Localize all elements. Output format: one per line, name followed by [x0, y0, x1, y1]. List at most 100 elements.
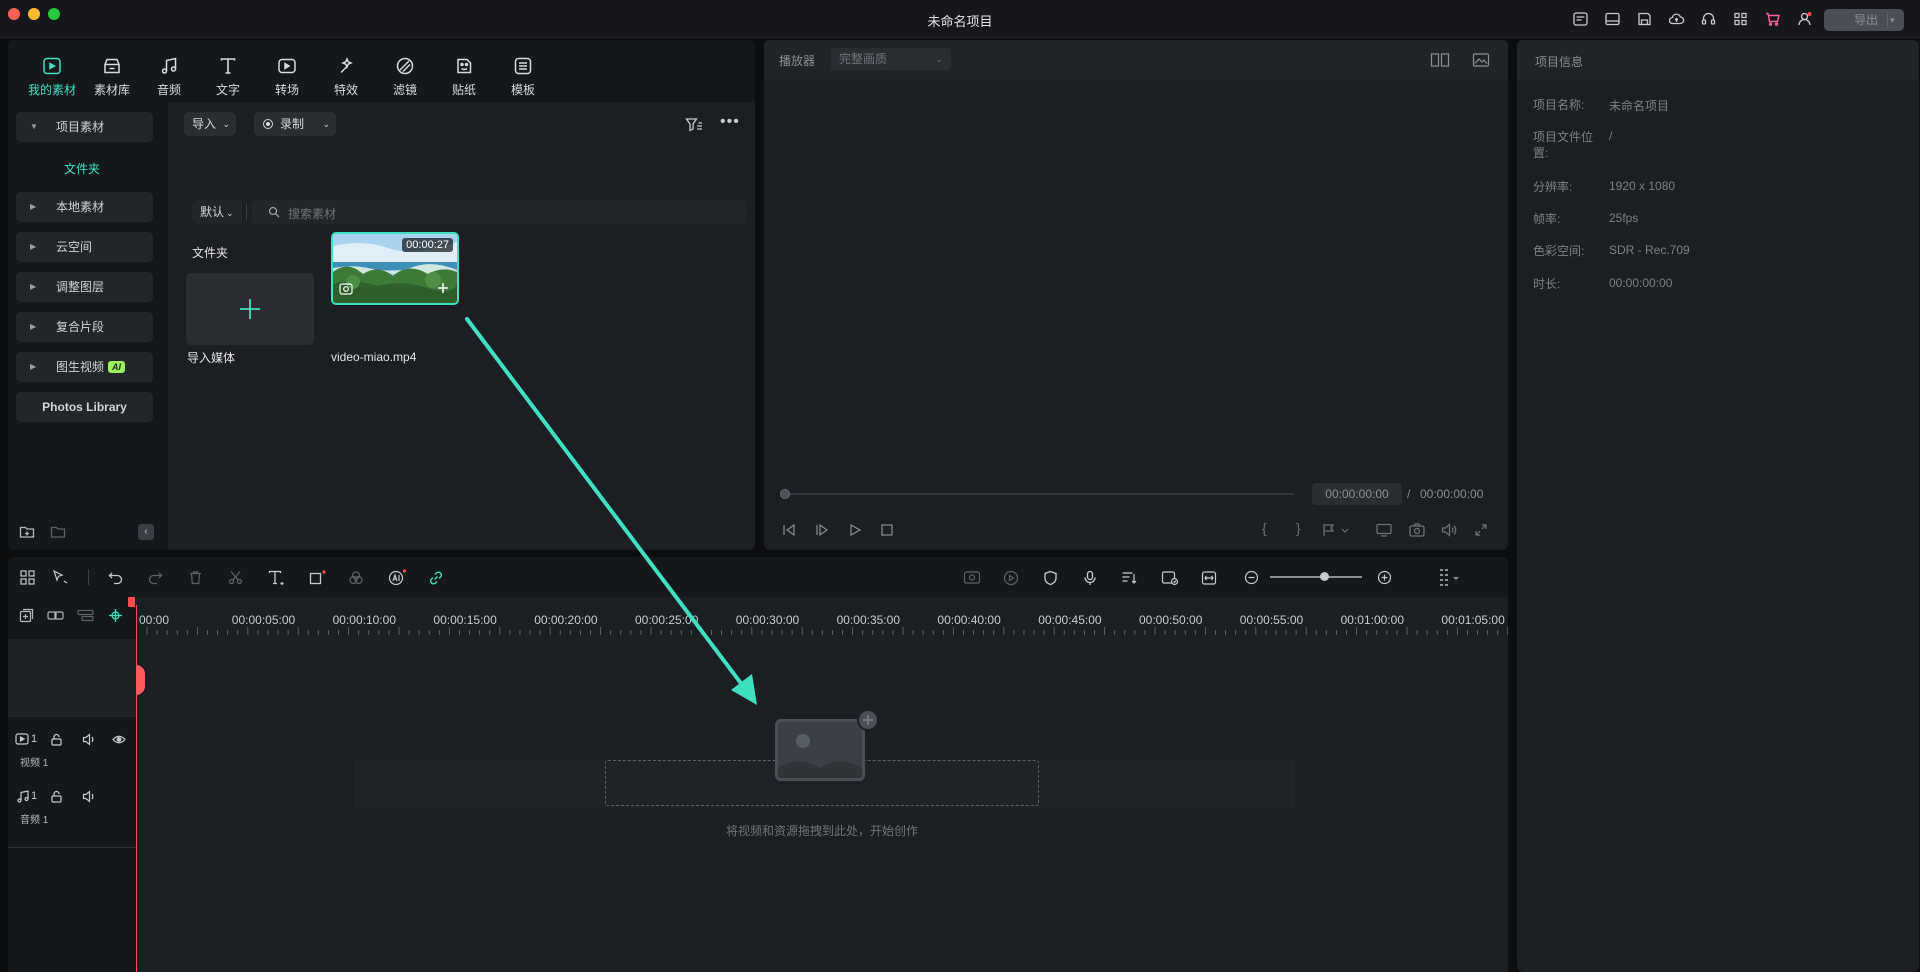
tab-filters[interactable]: 滤镜 [381, 56, 429, 98]
add-track-icon[interactable] [19, 608, 34, 623]
sidebar-item-cloud[interactable]: ▶ 云空间 [16, 232, 153, 262]
playhead-marker[interactable] [136, 665, 145, 695]
split-view-icon[interactable] [1430, 52, 1450, 68]
mute-audio-icon[interactable] [82, 733, 96, 746]
new-folder-icon[interactable] [19, 524, 35, 540]
mark-in-icon[interactable]: { [1262, 520, 1267, 536]
sort-dropdown[interactable]: 默认 ⌄ [192, 200, 242, 224]
tab-text[interactable]: 文字 [204, 56, 252, 98]
redo-icon[interactable] [148, 570, 163, 585]
mute-audio-icon[interactable] [82, 790, 96, 803]
crop-icon[interactable] [309, 570, 326, 586]
add-text-icon[interactable] [268, 570, 286, 586]
sidebar-item-adjustment-layer[interactable]: ▶ 调整图层 [16, 272, 153, 302]
lock-icon[interactable] [50, 790, 63, 803]
import-dropdown[interactable]: 导入 ⌄ [184, 112, 236, 136]
tab-audio[interactable]: 音频 [145, 56, 193, 98]
audio-icon [161, 57, 177, 74]
delete-icon[interactable] [188, 570, 203, 585]
next-frame-icon[interactable] [815, 523, 829, 537]
collapse-sidebar-button[interactable]: ‹ [138, 524, 154, 540]
zoom-in-icon[interactable] [1377, 570, 1392, 585]
fullscreen-icon[interactable] [1474, 523, 1488, 537]
current-time-field[interactable]: 00:00:00:00 [1312, 483, 1402, 505]
auto-reframe-icon[interactable] [963, 570, 981, 585]
stock-media-icon [104, 58, 120, 74]
sidebar-item-project-media[interactable]: ▼ 项目素材 [16, 112, 153, 142]
search-input[interactable]: 搜索素材 [252, 200, 746, 224]
support-headset-icon[interactable] [1700, 11, 1717, 27]
layout-grid-icon[interactable] [20, 570, 35, 585]
layout-icon[interactable] [1604, 11, 1621, 27]
speed-ramp-icon[interactable] [1003, 570, 1019, 586]
import-media-card[interactable] [186, 273, 314, 345]
project-settings-icon[interactable] [1572, 11, 1589, 27]
ruler-time-label: 00:00:30:00 [735, 613, 800, 627]
add-to-timeline-icon[interactable] [437, 282, 449, 294]
color-match-icon[interactable] [348, 570, 364, 586]
zoom-slider[interactable] [1270, 576, 1362, 578]
audio-track-name: 音频 1 [20, 815, 49, 826]
magnet-snap-icon[interactable] [107, 607, 124, 624]
tab-stock-media[interactable]: 素材库 [85, 56, 139, 98]
sidebar-item-local-media[interactable]: ▶ 本地素材 [16, 192, 153, 222]
ruler-time-label: 00:00:45:00 [1038, 613, 1102, 627]
zoom-out-icon[interactable] [1244, 570, 1259, 585]
apps-grid-icon[interactable] [1732, 11, 1749, 27]
video-thumbnail[interactable]: 00:00:27 [331, 232, 459, 305]
image-quality-icon[interactable] [1472, 52, 1490, 68]
ruler-time-label: 00:01:00:00 [1340, 613, 1404, 627]
sidebar-item-image-to-video[interactable]: ▶ 图生视频 AI [16, 352, 153, 382]
undo-icon[interactable] [108, 570, 123, 585]
display-monitor-icon[interactable] [1376, 523, 1392, 537]
tab-my-media[interactable]: 我的素材 [25, 56, 79, 98]
cart-icon[interactable] [1764, 11, 1781, 27]
stop-icon[interactable] [880, 523, 894, 537]
tab-transitions[interactable]: 转场 [263, 56, 311, 98]
zoom-slider-thumb[interactable] [1320, 572, 1329, 581]
record-dropdown[interactable]: 录制 ⌄ [254, 112, 336, 136]
remove-folder-icon[interactable] [50, 524, 66, 540]
lock-icon[interactable] [50, 733, 63, 746]
visibility-eye-icon[interactable] [112, 733, 126, 746]
mark-out-icon[interactable]: } [1296, 520, 1301, 536]
link-clips-icon[interactable] [47, 608, 64, 623]
account-icon[interactable] [1796, 11, 1813, 27]
window-title: 未命名项目 [927, 14, 993, 29]
scene-detect-icon[interactable] [1161, 570, 1179, 586]
select-tool-icon[interactable] [52, 570, 69, 585]
sort-label: 默认 [200, 205, 225, 219]
previous-frame-icon[interactable] [782, 523, 796, 537]
audio-stretch-icon[interactable] [1121, 570, 1138, 586]
play-icon[interactable] [848, 523, 862, 537]
split-scissors-icon[interactable] [228, 570, 243, 585]
sidebar-item-folder[interactable]: 文件夹 [64, 160, 100, 177]
sidebar-item-compound-clip[interactable]: ▶ 复合片段 [16, 312, 153, 342]
snapshot-camera-icon[interactable] [1409, 523, 1425, 537]
volume-icon[interactable] [1441, 523, 1457, 537]
chevron-down-icon[interactable]: ▾ [1890, 9, 1895, 31]
cloud-upload-icon[interactable] [1668, 11, 1685, 27]
fit-timeline-icon[interactable] [1201, 570, 1217, 586]
save-icon[interactable] [1636, 11, 1653, 27]
playhead-handle[interactable] [128, 597, 135, 607]
sidebar-item-photos-library[interactable]: Photos Library [16, 392, 153, 422]
microphone-icon[interactable] [1083, 570, 1097, 586]
export-button[interactable]: 导出 ▾ [1824, 9, 1904, 31]
playback-progress-track[interactable] [784, 493, 1294, 495]
ai-tools-icon[interactable] [388, 569, 407, 586]
video-filename: video-miao.mp4 [331, 350, 417, 364]
more-options-icon[interactable]: ••• [720, 113, 740, 131]
track-manager-icon[interactable] [77, 608, 94, 623]
link-icon[interactable] [428, 570, 444, 586]
track-height-icon[interactable] [1438, 568, 1460, 588]
keyframe-shield-icon[interactable] [1043, 570, 1058, 586]
playback-scrubber[interactable] [780, 489, 790, 499]
marker-icon[interactable] [1322, 523, 1350, 537]
tab-templates[interactable]: 模板 [499, 56, 547, 98]
quality-dropdown[interactable]: 完整画质 ⌄ [831, 48, 951, 70]
tab-label: 滤镜 [392, 83, 417, 97]
tab-effects[interactable]: 特效 [322, 56, 370, 98]
filter-sort-icon[interactable] [685, 117, 703, 133]
tab-stickers[interactable]: 贴纸 [440, 56, 488, 98]
